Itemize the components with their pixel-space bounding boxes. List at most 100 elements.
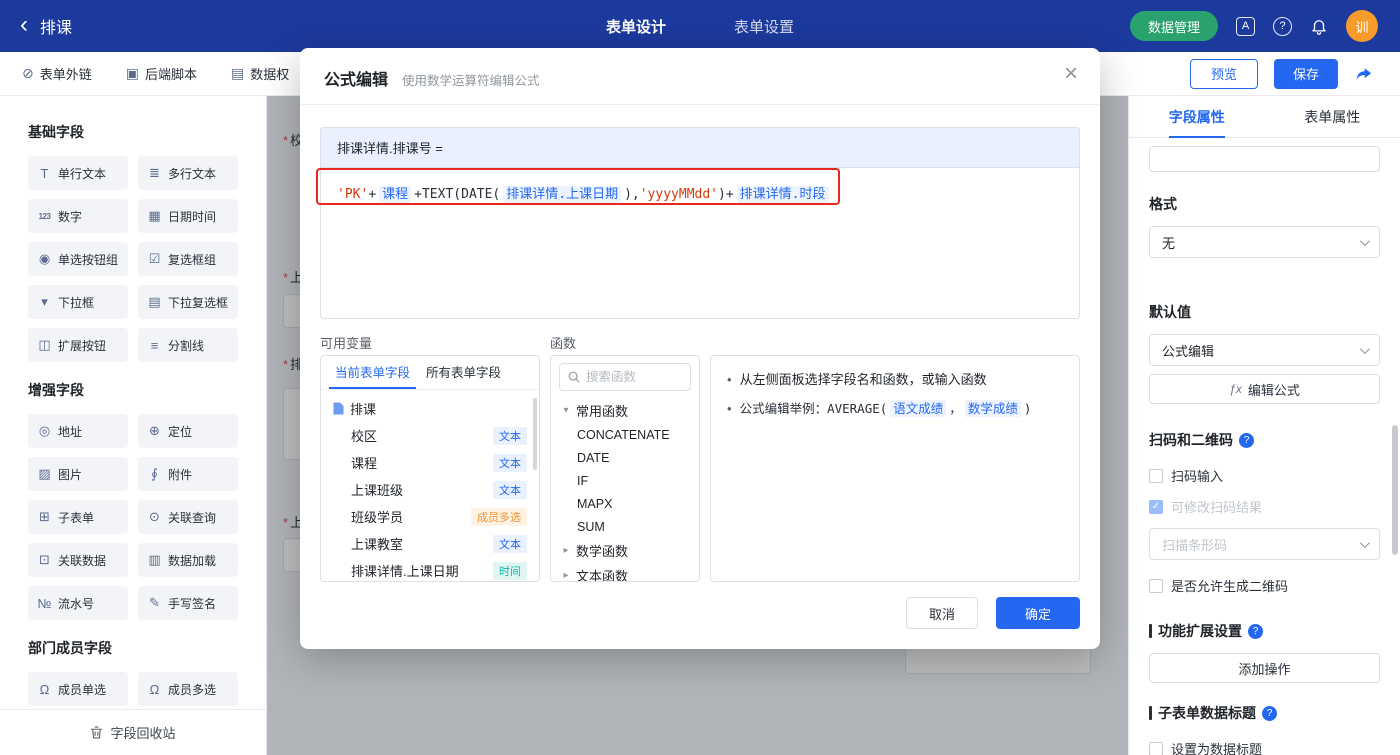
language-icon[interactable]: A — [1236, 16, 1255, 36]
variable-name: 校区 — [351, 429, 378, 444]
field-type-datetime[interactable]: ▦ 日期时间 — [138, 199, 238, 233]
field-type-label: 下拉框 — [58, 295, 95, 310]
allow-qr-label: 是否允许生成二维码 — [1171, 579, 1289, 594]
variable-item[interactable]: 上课班级 文本 — [321, 476, 539, 503]
back-button[interactable]: ‹ — [20, 12, 28, 37]
function-item[interactable]: DATE — [551, 446, 699, 469]
field-recycle-bin[interactable]: 字段回收站 — [0, 709, 266, 755]
scan-barcode-select[interactable]: 扫描条形码 — [1149, 528, 1380, 560]
question-icon[interactable]: ? — [1239, 432, 1254, 448]
format-select[interactable]: 无 — [1149, 226, 1380, 258]
variable-item[interactable]: 校区 文本 — [321, 422, 539, 449]
formula-field-token: 语文成绩 — [890, 400, 947, 417]
tab-field-properties[interactable]: 字段属性 — [1129, 96, 1265, 137]
variable-item[interactable]: 课程 文本 — [321, 449, 539, 476]
field-type-linked-query[interactable]: ⊙ 关联查询 — [138, 500, 238, 534]
tab-form-settings[interactable]: 表单设置 — [734, 16, 794, 37]
field-type-address[interactable]: ◎ 地址 — [28, 414, 128, 448]
chevron-down-icon — [1359, 343, 1370, 354]
help-icon[interactable]: ? — [1273, 16, 1292, 36]
close-icon[interactable]: × — [1064, 62, 1078, 86]
field-type-signature[interactable]: ✎ 手写签名 — [138, 586, 238, 620]
attachment-icon: ∮ — [151, 466, 158, 481]
field-type-checkbox-group[interactable]: ☑ 复选框组 — [138, 242, 238, 276]
form-doc-icon — [333, 402, 344, 415]
default-value-select[interactable]: 公式编辑 — [1149, 334, 1380, 366]
variable-root-form[interactable]: 排课 — [321, 395, 539, 422]
field-type-dropdown[interactable]: ▾ 下拉框 — [28, 285, 128, 319]
properties-panel: 字段属性 表单属性 格式 无 默认值 公式编辑 ƒx 编辑公式 扫码和二维码 ?… — [1128, 96, 1400, 755]
field-type-label: 图片 — [58, 467, 83, 482]
notification-bell-icon[interactable] — [1310, 17, 1328, 35]
field-type-data-load[interactable]: ▥ 数据加载 — [138, 543, 238, 577]
field-title-input[interactable] — [1149, 146, 1380, 172]
field-type-subform[interactable]: ⊞ 子表单 — [28, 500, 128, 534]
function-item[interactable]: MAPX — [551, 492, 699, 515]
field-type-number[interactable]: 123 数字 — [28, 199, 128, 233]
question-icon[interactable]: ? — [1248, 623, 1263, 639]
field-type-serial-number[interactable]: № 流水号 — [28, 586, 128, 620]
function-item[interactable]: IF — [551, 469, 699, 492]
field-type-label: 单行文本 — [58, 166, 107, 181]
format-label: 格式 — [1149, 196, 1177, 212]
question-icon[interactable]: ? — [1262, 705, 1277, 721]
function-item[interactable]: SUM — [551, 515, 699, 538]
field-type-radio-group[interactable]: ◉ 单选按钮组 — [28, 242, 128, 276]
single-line-text-icon: T — [40, 165, 49, 181]
field-type-divider[interactable]: ≡ 分割线 — [138, 328, 238, 362]
toolbar-link-form-external-link[interactable]: ⊘ 表单外链 — [22, 64, 92, 83]
functions-panel: ▾ 常用函数 CONCATENATEDATEIFMAPXSUM ▸ 数学函数 ▸ 文本函数 — [550, 355, 700, 582]
field-type-multi-line-text[interactable]: ≣ 多行文本 — [138, 156, 238, 190]
function-group[interactable]: ▾ 常用函数 — [551, 398, 699, 423]
save-button[interactable]: 保存 — [1274, 58, 1338, 89]
field-type-location[interactable]: ⊕ 定位 — [138, 414, 238, 448]
confirm-button[interactable]: 确定 — [996, 597, 1080, 629]
tab-form-properties[interactable]: 表单属性 — [1265, 96, 1400, 137]
field-type-image[interactable]: ▨ 图片 — [28, 457, 128, 491]
share-icon[interactable] — [1354, 65, 1374, 83]
formula-text: 公式编辑举例：AVERAGE( — [739, 401, 888, 416]
variables-scrollbar[interactable] — [533, 398, 537, 470]
tab-all-form-fields[interactable]: 所有表单字段 — [420, 356, 507, 389]
function-group[interactable]: ▸ 文本函数 — [551, 563, 699, 581]
caret-right-icon: ▸ — [563, 570, 569, 581]
formula-field-token: 排课详情.上课日期 — [503, 186, 622, 203]
function-search-input[interactable] — [586, 370, 682, 384]
variable-item[interactable]: 排课详情.上课日期 时间 — [321, 557, 539, 581]
field-type-dropdown-multiselect[interactable]: ▤ 下拉复选框 — [138, 285, 238, 319]
formula-editor-modal: 公式编辑 使用数学运算符编辑公式 × 排课详情.排课号 = 'PK'+ 课程 +TE… — [300, 48, 1100, 649]
toolbar-link-data-permission[interactable]: ▤ 数据权 — [231, 64, 289, 83]
data-manage-button[interactable]: 数据管理 — [1129, 11, 1218, 41]
edit-formula-button[interactable]: ƒx 编辑公式 — [1149, 374, 1380, 404]
scan-modify-checkbox[interactable]: 可修改扫码结果 — [1149, 497, 1380, 516]
add-action-button[interactable]: 添加操作 — [1149, 653, 1380, 683]
allow-qr-checkbox[interactable]: 是否允许生成二维码 — [1149, 576, 1380, 595]
preview-button[interactable]: 预览 — [1190, 58, 1258, 89]
function-group[interactable]: ▸ 数学函数 — [551, 538, 699, 563]
field-type-extend-button[interactable]: ◫ 扩展按钮 — [28, 328, 128, 362]
field-type-badge: 文本 — [493, 534, 527, 553]
scan-input-checkbox[interactable]: 扫码输入 — [1149, 466, 1380, 485]
field-type-member-multi[interactable]: Ω 成员多选 — [138, 672, 238, 706]
toolbar-link-backend-script[interactable]: ▣ 后端脚本 — [126, 64, 197, 83]
field-type-single-line-text[interactable]: T 单行文本 — [28, 156, 128, 190]
field-type-member-single[interactable]: Ω 成员单选 — [28, 672, 128, 706]
cancel-button[interactable]: 取消 — [906, 597, 978, 629]
function-item[interactable]: CONCATENATE — [551, 423, 699, 446]
formula-text: + — [368, 187, 377, 202]
variable-item[interactable]: 上课教室 文本 — [321, 530, 539, 557]
member-multi-icon: Ω — [149, 681, 160, 697]
variable-item[interactable]: 班级学员 成员多选 — [321, 503, 539, 530]
set-data-title-checkbox[interactable]: 设置为数据标题 — [1149, 739, 1380, 755]
formula-text: ， — [949, 401, 962, 416]
serial-number-icon: № — [37, 595, 52, 611]
field-type-attachment[interactable]: ∮ 附件 — [138, 457, 238, 491]
field-type-linked-data[interactable]: ⊡ 关联数据 — [28, 543, 128, 577]
avatar[interactable]: 训 — [1346, 10, 1378, 42]
dropdown-multiselect-icon: ▤ — [148, 294, 161, 309]
tab-current-form-fields[interactable]: 当前表单字段 — [329, 356, 417, 389]
subform-icon: ⊞ — [39, 509, 50, 524]
window-scrollbar[interactable] — [1392, 425, 1398, 555]
formula-editor[interactable]: 'PK'+ 课程 +TEXT(DATE(排课详情.上课日期),'yyyyMMdd')… — [321, 168, 1079, 217]
tab-form-design[interactable]: 表单设计 — [606, 16, 666, 37]
